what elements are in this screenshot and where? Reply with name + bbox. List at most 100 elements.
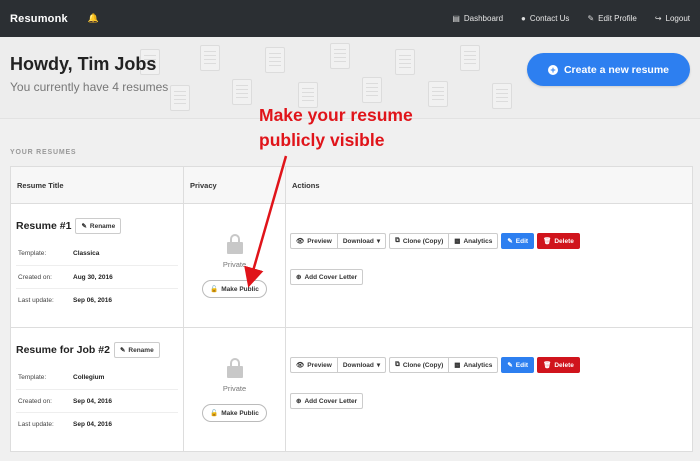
bell-icon[interactable]: 🔔 — [88, 13, 99, 24]
create-resume-button[interactable]: + Create a new resume — [527, 53, 690, 86]
header-resume-title: Resume Title — [10, 166, 184, 204]
resume-title-cell: Resume #1 ✎ Rename Template: Classica Cr… — [10, 203, 184, 328]
resumes-section: YOUR RESUMES Resume Title Privacy Action… — [0, 119, 700, 452]
privacy-cell: Private 🔓 Make Public — [183, 327, 286, 452]
pencil-icon: ✎ — [507, 362, 513, 369]
resume-title-cell: Resume for Job #2 ✎ Rename Template: Col… — [10, 327, 184, 452]
resume-count-text: You currently have 4 resumes — [10, 80, 169, 94]
clone-label: Clone (Copy) — [402, 361, 444, 369]
download-label: Download — [342, 237, 374, 245]
eye-icon: 👁 — [296, 362, 305, 369]
created-label: Created on: — [18, 273, 52, 281]
unlock-icon: 🔓 — [210, 286, 219, 293]
edit-button[interactable]: ✎ Edit — [501, 233, 535, 249]
nav-dashboard[interactable]: ▤ Dashboard — [452, 14, 503, 23]
nav-logout-label: Logout — [665, 14, 690, 23]
create-resume-label: Create a new resume — [563, 63, 670, 76]
brand-logo[interactable]: Resumonk — [10, 13, 68, 25]
add-cover-letter-button[interactable]: ⊕ Add Cover Letter — [290, 393, 364, 409]
clone-label: Clone (Copy) — [402, 237, 444, 245]
make-public-label: Make Public — [221, 409, 259, 417]
lock-icon — [226, 358, 243, 378]
make-public-button[interactable]: 🔓 Make Public — [202, 404, 267, 422]
updated-label: Last update: — [18, 420, 54, 428]
download-dropdown[interactable]: Download ▾ — [337, 233, 387, 249]
pencil-icon: ✎ — [119, 347, 126, 354]
plus-icon: + — [547, 64, 558, 75]
bar-chart-icon: ▩ — [454, 362, 461, 369]
eye-icon: 👁 — [296, 238, 305, 245]
privacy-status: Private — [222, 260, 247, 269]
page-title: Howdy, Tim Jobs — [10, 54, 157, 74]
logout-icon: ↪ — [654, 14, 662, 23]
preview-button[interactable]: 👁 Preview — [290, 233, 338, 249]
pencil-icon: ✎ — [507, 238, 513, 245]
created-label: Created on: — [18, 397, 52, 405]
chevron-down-icon: ▾ — [376, 238, 381, 245]
download-dropdown[interactable]: Download ▾ — [337, 357, 387, 373]
plus-icon: ⊕ — [296, 398, 302, 405]
resume-meta: Template: Collegium Created on: Sep 04, … — [16, 366, 178, 435]
top-navbar: Resumonk 🔔 ▤ Dashboard ● Contact Us ✎ Ed… — [0, 0, 700, 37]
updated-value: Sep 06, 2016 — [73, 296, 113, 304]
template-label: Template: — [18, 250, 47, 257]
nav-edit-profile[interactable]: ✎ Edit Profile — [587, 14, 636, 23]
privacy-cell: Private 🔓 Make Public — [183, 203, 286, 328]
make-public-button[interactable]: 🔓 Make Public — [202, 280, 267, 298]
trash-icon: 🗑 — [543, 238, 552, 245]
annotation-callout: Make your resume publicly visible — [259, 103, 413, 153]
preview-label: Preview — [307, 237, 332, 245]
header-actions: Actions — [285, 166, 693, 204]
header-privacy: Privacy — [183, 166, 286, 204]
preview-label: Preview — [307, 361, 332, 369]
rename-button[interactable]: ✎ Rename — [113, 342, 160, 358]
template-value: Collegium — [73, 374, 105, 381]
analytics-label: Analytics — [463, 237, 493, 245]
add-cover-letter-button[interactable]: ⊕ Add Cover Letter — [290, 269, 364, 285]
unlock-icon: 🔓 — [210, 410, 219, 417]
trash-icon: 🗑 — [543, 362, 552, 369]
resume-meta: Template: Classica Created on: Aug 30, 2… — [16, 242, 178, 311]
rename-label: Rename — [128, 346, 154, 354]
actions-cell: 👁 Preview Download ▾ ⧉ Clone (Copy) ▩ Analyt… — [285, 203, 693, 328]
chevron-down-icon: ▾ — [376, 362, 381, 369]
clone-button[interactable]: ⧉ Clone (Copy) — [389, 233, 450, 249]
table-header-row: Resume Title Privacy Actions — [10, 166, 693, 204]
preview-button[interactable]: 👁 Preview — [290, 357, 338, 373]
updated-value: Sep 04, 2016 — [73, 420, 113, 428]
delete-label: Delete — [554, 237, 574, 245]
edit-button[interactable]: ✎ Edit — [501, 357, 535, 373]
pencil-icon: ✎ — [587, 14, 595, 23]
template-value: Classica — [73, 250, 100, 257]
nav-contact-us[interactable]: ● Contact Us — [521, 14, 569, 23]
table-row: Resume for Job #2 ✎ Rename Template: Col… — [10, 327, 693, 452]
delete-button[interactable]: 🗑 Delete — [537, 233, 580, 249]
download-label: Download — [342, 361, 374, 369]
cover-letter-label: Add Cover Letter — [304, 273, 358, 281]
nav-contact-label: Contact Us — [529, 14, 570, 23]
clone-button[interactable]: ⧉ Clone (Copy) — [389, 357, 450, 373]
chat-icon: ● — [521, 14, 526, 23]
updated-label: Last update: — [18, 296, 54, 304]
table-row: Resume #1 ✎ Rename Template: Classica Cr… — [10, 203, 693, 328]
annotation-line-2: publicly visible — [259, 130, 385, 150]
cover-letter-label: Add Cover Letter — [304, 397, 358, 405]
nav-edit-profile-label: Edit Profile — [598, 14, 637, 23]
resumes-table: Resume Title Privacy Actions Resume #1 ✎… — [10, 166, 693, 452]
edit-label: Edit — [515, 237, 529, 245]
rename-label: Rename — [89, 222, 116, 230]
template-label: Template: — [18, 374, 47, 381]
annotation-line-1: Make your resume — [259, 105, 413, 125]
created-value: Sep 04, 2016 — [73, 397, 113, 405]
analytics-button[interactable]: ▩ Analytics — [449, 233, 499, 249]
delete-button[interactable]: 🗑 Delete — [537, 357, 580, 373]
nav-logout[interactable]: ↪ Logout — [655, 14, 690, 23]
analytics-button[interactable]: ▩ Analytics — [449, 357, 499, 373]
plus-icon: ⊕ — [296, 274, 302, 281]
lock-icon — [226, 234, 243, 254]
rename-button[interactable]: ✎ Rename — [75, 218, 122, 234]
analytics-label: Analytics — [463, 361, 493, 369]
nav-dashboard-label: Dashboard — [463, 14, 504, 23]
edit-label: Edit — [515, 361, 529, 369]
resume-title: Resume #1 — [16, 220, 72, 232]
